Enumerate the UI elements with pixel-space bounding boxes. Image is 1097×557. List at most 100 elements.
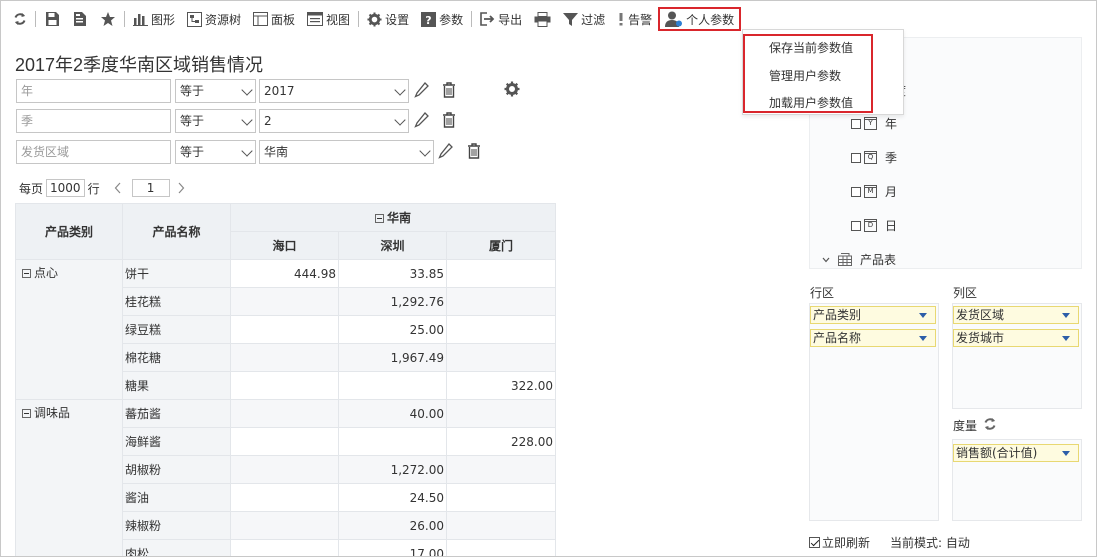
alert-icon — [619, 13, 623, 26]
params-label: 参数 — [439, 12, 464, 27]
header-region[interactable]: 华南 — [229, 203, 557, 232]
column-field-chip[interactable]: 发货城市 — [953, 329, 1079, 347]
delete-icon[interactable] — [442, 111, 456, 129]
auto-refresh-checkbox[interactable] — [809, 537, 820, 548]
header-category[interactable]: 产品类别 — [15, 203, 123, 260]
filter-button[interactable]: 过滤 — [557, 7, 611, 31]
mode-label: 当前模式: 自动 — [890, 536, 970, 550]
category-cell[interactable]: 点心 — [15, 259, 123, 400]
panel-icon — [253, 12, 269, 26]
panel-button[interactable]: 面板 — [247, 7, 301, 31]
filter-operator-select[interactable]: 等于 — [175, 140, 256, 164]
value-cell — [230, 287, 339, 316]
auto-refresh-label[interactable]: 立即刷新 — [822, 534, 870, 551]
funnel-icon — [563, 12, 579, 26]
menu-item-load-params[interactable]: 加载用户参数值 — [769, 94, 853, 111]
next-page-icon[interactable] — [177, 182, 185, 194]
personal-params-button[interactable]: 个人参数 — [658, 7, 742, 31]
value-cell: 1,292.76 — [338, 287, 447, 316]
chevron-down-icon[interactable] — [822, 256, 830, 264]
personal-params-menu: 保存当前参数值 管理用户参数 加载用户参数值 — [742, 29, 904, 115]
calendar-icon: D — [864, 219, 877, 232]
per-page-input[interactable]: 1000 — [46, 179, 85, 197]
header-region-label: 华南 — [387, 211, 412, 225]
save-as-icon — [74, 12, 86, 26]
value-cell — [230, 455, 339, 484]
value-cell: 1,272.00 — [338, 455, 447, 484]
tree-checkbox[interactable] — [851, 186, 861, 197]
product-name-cell: 糖果 — [122, 371, 231, 400]
collapse-icon[interactable] — [22, 269, 31, 278]
header-city[interactable]: 厦门 — [445, 231, 557, 260]
tree-item-month[interactable]: M 月 — [851, 183, 897, 200]
filter-field[interactable]: 发货区域 — [16, 140, 171, 164]
table-row: 点心 饼干 444.98 33.85 — [15, 259, 557, 400]
refresh-button[interactable] — [7, 7, 33, 31]
tree-item-year[interactable]: Y 年 — [851, 115, 897, 132]
tree-item-label: 日 — [885, 219, 898, 233]
resource-tree-button[interactable]: 资源树 — [181, 7, 247, 31]
crosstab-table: 产品类别 产品名称 华南 海口 深圳 厦门 点心 饼干 444.98 33.85… — [15, 203, 557, 556]
tree-item-product-table[interactable]: 产品表 — [822, 251, 896, 268]
toolbar-separator — [358, 11, 360, 27]
tree-item-day[interactable]: D 日 — [851, 217, 897, 234]
filter-operator-select[interactable]: 等于 — [175, 109, 256, 133]
row-field-chip[interactable]: 产品名称 — [810, 329, 936, 347]
value-cell — [230, 399, 339, 428]
delete-icon[interactable] — [442, 81, 456, 99]
user-params-icon — [665, 11, 683, 27]
tree-item-quarter[interactable]: Q 季 — [851, 149, 897, 166]
edit-icon[interactable] — [414, 111, 430, 129]
header-city[interactable]: 海口 — [230, 231, 339, 260]
filter-field[interactable]: 季 — [16, 109, 171, 133]
save-button[interactable] — [38, 7, 66, 31]
settings-button[interactable]: 设置 — [361, 7, 415, 31]
view-label: 视图 — [326, 12, 351, 27]
alert-button[interactable]: 告警 — [611, 7, 658, 31]
menu-item-manage-params[interactable]: 管理用户参数 — [769, 67, 841, 84]
calendar-icon: Y — [864, 117, 877, 130]
value-cell — [445, 399, 557, 428]
page-number-input[interactable]: 1 — [131, 179, 170, 197]
filter-label: 过滤 — [581, 12, 606, 27]
filter-field[interactable]: 年 — [16, 79, 171, 103]
tree-checkbox[interactable] — [851, 152, 861, 163]
swap-icon[interactable] — [983, 417, 997, 431]
measure-field-chip[interactable]: 销售额(合计值) — [953, 444, 1079, 462]
collapse-icon[interactable] — [375, 214, 384, 223]
filter-value-select[interactable]: 华南 — [259, 140, 434, 164]
filter-value-select[interactable]: 2017 — [259, 79, 409, 103]
value-cell — [445, 287, 557, 316]
save-as-button[interactable] — [66, 7, 94, 31]
menu-item-save-params[interactable]: 保存当前参数值 — [769, 39, 853, 56]
column-field-chip[interactable]: 发货区域 — [953, 306, 1079, 324]
print-button[interactable] — [528, 7, 557, 31]
export-button[interactable]: 导出 — [474, 7, 528, 31]
prev-page-icon[interactable] — [114, 182, 122, 194]
filter-operator-select[interactable]: 等于 — [175, 79, 256, 103]
collapse-icon[interactable] — [22, 409, 31, 418]
view-button[interactable]: 视图 — [301, 7, 356, 31]
tree-checkbox[interactable] — [851, 118, 861, 129]
product-name-cell: 酱油 — [122, 483, 231, 512]
filter-value-select[interactable]: 2 — [259, 109, 409, 133]
table-icon — [838, 253, 852, 266]
category-cell[interactable]: 调味品 — [15, 399, 123, 556]
gear-icon[interactable] — [504, 81, 520, 97]
row-field-chip[interactable]: 产品类别 — [810, 306, 936, 324]
favorite-button[interactable] — [94, 7, 122, 31]
edit-icon[interactable] — [414, 81, 430, 99]
chart-button[interactable]: 图形 — [127, 7, 181, 31]
delete-icon[interactable] — [467, 142, 481, 160]
header-product-name[interactable]: 产品名称 — [122, 203, 231, 260]
calendar-icon: M — [864, 185, 877, 198]
page-title: 2017年2季度华南区域销售情况 — [15, 55, 264, 75]
edit-icon[interactable] — [438, 142, 454, 160]
tree-item-label: 年 — [885, 117, 898, 131]
tree-item-label: 产品表 — [860, 253, 897, 267]
tree-checkbox[interactable] — [851, 220, 861, 231]
header-city[interactable]: 深圳 — [338, 231, 447, 260]
params-button[interactable]: ? 参数 — [415, 7, 469, 31]
calendar-icon: Q — [864, 151, 877, 164]
tree-item-label: 季 — [885, 151, 898, 165]
